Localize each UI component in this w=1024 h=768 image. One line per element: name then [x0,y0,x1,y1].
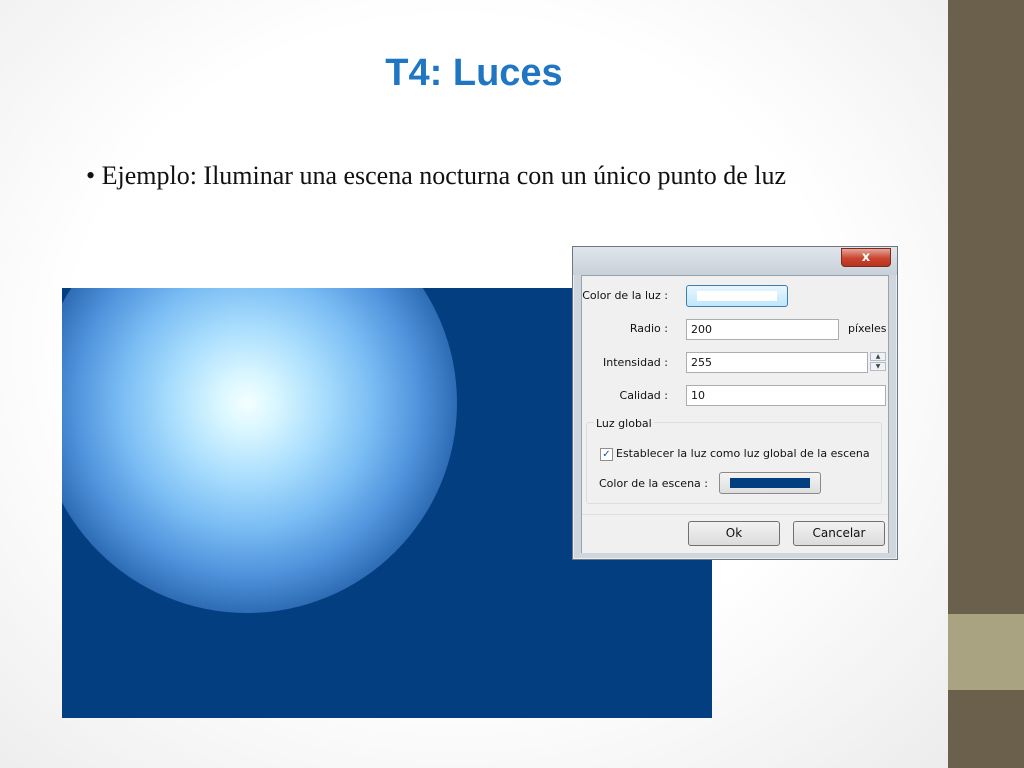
global-light-checkbox-label: Establecer la luz como luz global de la … [616,447,870,460]
intensity-label: Intensidad : [603,356,668,369]
quality-label: Calidad : [619,389,668,402]
slide-bullet: • Ejemplo: Iluminar una escena nocturna … [86,161,787,190]
stepper-down-icon[interactable]: ▼ [870,362,886,371]
global-light-checkbox[interactable]: ✓ [600,448,613,461]
cancel-button[interactable]: Cancelar [793,521,885,546]
close-button[interactable]: x [841,248,891,267]
radius-unit-label: píxeles [848,322,887,335]
stepper-up-icon[interactable]: ▲ [870,352,886,361]
light-point [62,288,457,613]
light-color-label: Color de la luz : [582,289,668,302]
slide-side-accent [948,614,1024,690]
light-settings-dialog: x Color de la luz : Radio : 200 píxeles … [572,246,898,560]
radius-label: Radio : [629,322,668,335]
slide-title: T4: Luces [385,52,563,94]
intensity-stepper[interactable]: ▲ ▼ [870,352,886,373]
dialog-body: Color de la luz : Radio : 200 píxeles In… [581,275,889,553]
scene-color-swatch [730,478,810,488]
global-light-group-label: Luz global [594,417,654,430]
quality-input[interactable]: 10 [686,385,886,406]
light-color-swatch [697,291,777,301]
dialog-footer: Ok Cancelar [582,514,888,553]
scene-color-button[interactable] [719,472,821,494]
scene-color-label: Color de la escena : [599,477,708,490]
radius-input[interactable]: 200 [686,319,839,340]
light-color-button[interactable] [686,285,788,307]
ok-button[interactable]: Ok [688,521,780,546]
intensity-input[interactable]: 255 [686,352,868,373]
